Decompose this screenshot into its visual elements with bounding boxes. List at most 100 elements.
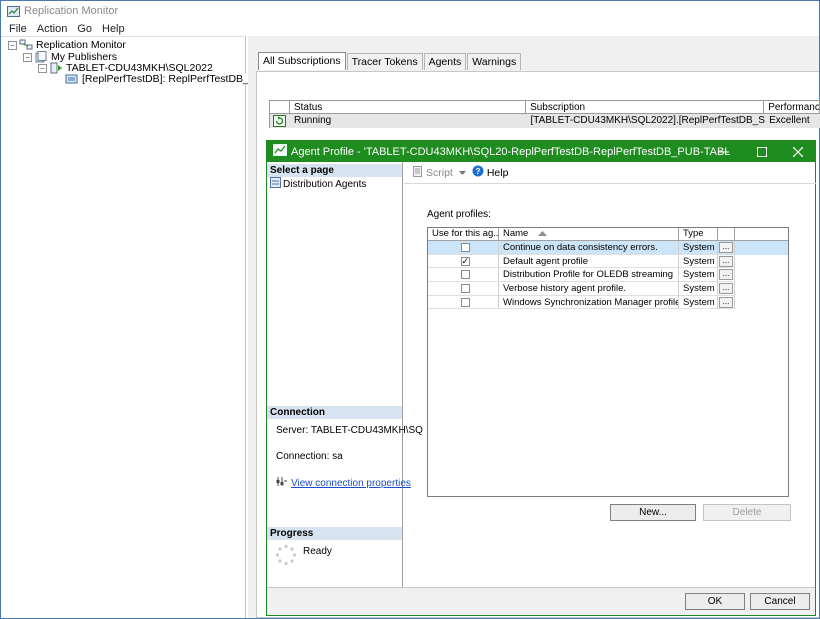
connection-user: Connection: sa [276,451,343,462]
agent-profiles-label: Agent profiles: [427,209,491,220]
profile-type: System [679,295,718,310]
tree-label-root: Replication Monitor [36,39,126,51]
progress-spinner-icon [275,544,297,569]
connection-properties-icon [276,476,287,490]
menu-bar: File Action Go Help [1,21,819,36]
progress-status: Ready [303,546,332,557]
maximize-icon[interactable] [745,141,779,162]
help-icon: ? [472,165,484,180]
collapse-icon[interactable]: − [38,63,47,73]
agent-profiles-grid: Use for this ag... Name Type Continue on… [427,227,789,497]
table-row[interactable]: Running [TABLET-CDU43MKH\SQL2022].[ReplP… [269,114,820,128]
script-label: Script [426,166,453,179]
help-label: Help [486,166,509,179]
column-header-use[interactable]: Use for this ag... [428,228,499,240]
dialog-title: Agent Profile - 'TABLET-CDU43MKH\SQL20-R… [291,145,731,158]
use-profile-checkbox[interactable] [460,270,470,280]
view-connection-properties[interactable]: View connection properties [276,476,411,490]
sort-ascending-icon [538,228,548,240]
use-profile-checkbox[interactable] [460,297,470,307]
profiles-grid-header: Use for this ag... Name Type [428,228,788,241]
profile-name: Windows Synchronization Manager profile [499,295,679,310]
use-profile-checkbox[interactable] [460,243,470,252]
tab-all-subscriptions[interactable]: All Subscriptions [258,52,346,70]
cancel-button[interactable]: Cancel [750,593,810,610]
tab-agents[interactable]: Agents [423,53,467,70]
column-header-ellipsis [718,228,735,240]
subscriptions-grid: Status Subscription Performance Running … [269,100,820,128]
help-button[interactable]: ? Help [472,165,509,180]
agent-profile-dialog: Agent Profile - 'TABLET-CDU43MKH\SQL20-R… [266,140,816,616]
use-profile-cell [428,295,499,310]
dialog-toolbar: Script ? Help [404,162,816,184]
connection-heading: Connection [267,406,402,419]
profile-properties-cell: ... [718,268,735,283]
profile-type: System [679,254,718,269]
page-icon [270,177,281,191]
table-row[interactable]: Windows Synchronization Manager profile S… [428,295,788,310]
new-profile-button[interactable]: New... [610,504,696,521]
profile-type: System [679,241,718,255]
profile-properties-cell: ... [718,282,735,296]
script-button[interactable]: Script [412,165,466,180]
subscriptions-grid-header: Status Subscription Performance [269,100,820,114]
chevron-down-icon[interactable] [458,167,466,179]
profile-properties-cell: ... [718,254,735,269]
profile-properties-button[interactable]: ... [719,283,733,295]
profile-name: Continue on data consistency errors. [499,241,679,255]
menu-go[interactable]: Go [77,23,92,35]
menu-action[interactable]: Action [37,23,68,35]
profile-properties-button[interactable]: ... [719,269,733,281]
tree-node-root[interactable]: − Replication Monitor [8,39,126,51]
tab-strip: All Subscriptions Tracer Tokens Agents W… [258,52,522,70]
table-row[interactable]: Continue on data consistency errors. Syst… [428,241,788,255]
ok-button[interactable]: OK [685,593,745,610]
subscription-performance: Excellent [769,115,810,126]
connection-server: Server: TABLET-CDU43MKH\SQ [276,425,423,436]
use-profile-checkbox[interactable]: ✓ [460,256,470,266]
close-icon[interactable] [781,141,815,162]
tab-tracer-tokens[interactable]: Tracer Tokens [346,53,423,70]
column-header-status[interactable]: Status [290,101,527,113]
tree-label-publication: [ReplPerfTestDB]: ReplPerfTestDB_PUB [82,73,271,85]
table-row[interactable]: Distribution Profile for OLEDB streaming… [428,268,788,283]
profile-properties-button[interactable]: ... [719,255,733,267]
tab-warnings[interactable]: Warnings [467,53,522,70]
delete-profile-button[interactable]: Delete [703,504,791,521]
use-profile-cell [428,282,499,296]
column-header-performance[interactable]: Performance [764,101,819,113]
select-page-heading: Select a page [267,164,402,177]
column-header-name[interactable]: Name [499,228,679,240]
collapse-icon[interactable]: − [23,52,32,62]
menu-file[interactable]: File [9,23,27,35]
progress-heading: Progress [267,527,402,540]
publication-icon [65,73,79,85]
profile-properties-cell: ... [718,295,735,310]
profile-type: System [679,268,718,283]
app-titlebar: Replication Monitor [1,1,819,21]
table-row[interactable]: ✓ Default agent profile System... [428,254,788,269]
collapse-icon[interactable]: − [8,40,17,50]
use-profile-cell [428,268,499,283]
view-connection-properties-link[interactable]: View connection properties [291,478,411,489]
agent-profile-icon [273,144,287,159]
running-status-icon [270,114,290,128]
use-profile-checkbox[interactable] [460,284,470,294]
column-header-subscription[interactable]: Subscription [526,101,765,113]
menu-help[interactable]: Help [102,23,125,35]
tree-node-publication[interactable]: [ReplPerfTestDB]: ReplPerfTestDB_PUB [65,73,271,85]
profile-name: Default agent profile [499,254,679,269]
table-row[interactable]: Verbose history agent profile. System... [428,282,788,296]
server-icon [49,62,63,74]
subscription-status: Running [293,115,332,126]
subscription-name: [TABLET-CDU43MKH\SQL2022].[ReplPerfTestD… [530,115,766,126]
page-distribution-agents[interactable]: Distribution Agents [270,177,366,191]
profile-properties-button[interactable]: ... [719,242,733,253]
replication-monitor-icon [19,39,33,51]
dialog-button-bar: OK Cancel [267,587,815,615]
minimize-icon[interactable] [707,141,741,162]
profile-properties-button[interactable]: ... [719,296,733,308]
column-header-type[interactable]: Type [679,228,718,240]
svg-text:?: ? [475,167,480,176]
use-profile-cell [428,241,499,255]
